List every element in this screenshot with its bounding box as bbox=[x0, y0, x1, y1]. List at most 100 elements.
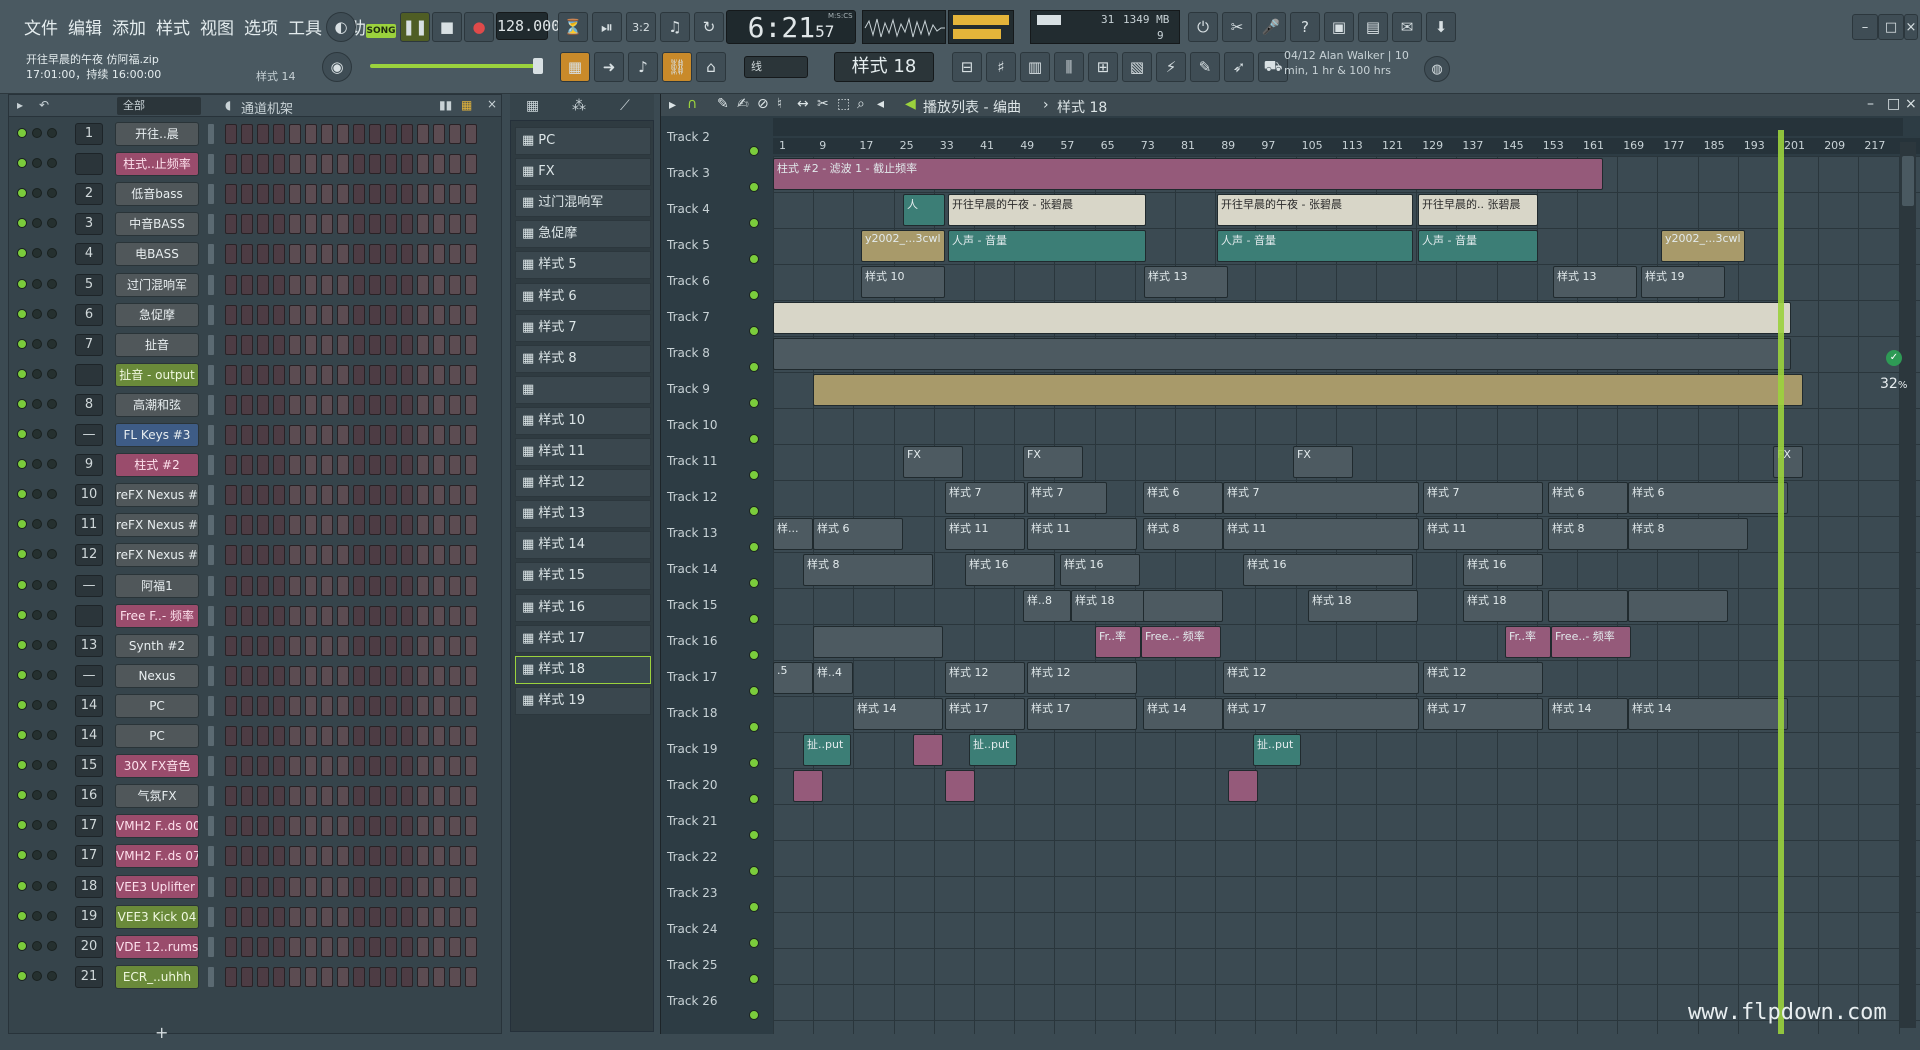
mute-led-icon[interactable] bbox=[17, 188, 27, 199]
step-button[interactable] bbox=[417, 124, 429, 144]
mute-tool-icon[interactable]: ♮ bbox=[777, 96, 782, 112]
step-button[interactable] bbox=[273, 334, 285, 355]
playlist-overview-bar[interactable] bbox=[773, 118, 1903, 136]
track-header[interactable]: Track 18 bbox=[667, 704, 763, 740]
playlist-clip[interactable]: 样式 8 bbox=[803, 554, 933, 586]
step-button[interactable] bbox=[241, 635, 253, 656]
step-button[interactable] bbox=[433, 334, 445, 355]
slip-tool-icon[interactable]: ↔ bbox=[797, 96, 809, 112]
step-button[interactable] bbox=[433, 966, 445, 987]
channel-row[interactable]: 4 电BASS bbox=[9, 239, 503, 269]
channel-name-button[interactable]: reFX Nexus #6 bbox=[115, 513, 199, 538]
mixer-track-number[interactable]: 15 bbox=[75, 755, 103, 778]
step-button[interactable] bbox=[449, 334, 461, 355]
step-button[interactable] bbox=[433, 485, 445, 506]
blend-notes-icon[interactable]: ♫ bbox=[660, 12, 690, 42]
playlist-clip[interactable] bbox=[1628, 590, 1728, 622]
step-button[interactable] bbox=[257, 425, 269, 445]
step-button[interactable] bbox=[465, 635, 477, 656]
step-button[interactable] bbox=[321, 425, 333, 445]
step-button[interactable] bbox=[257, 124, 269, 144]
step-button[interactable] bbox=[385, 334, 397, 355]
channel-name-button[interactable]: 中音BASS bbox=[115, 212, 199, 237]
step-button[interactable] bbox=[417, 695, 429, 716]
step-button[interactable] bbox=[321, 304, 333, 325]
playlist-clip[interactable] bbox=[773, 302, 1791, 334]
step-button[interactable] bbox=[225, 726, 237, 746]
step-button[interactable] bbox=[465, 786, 477, 807]
mixer-track-number[interactable]: — bbox=[75, 574, 103, 597]
channel-row[interactable]: — 阿福1 bbox=[9, 571, 503, 601]
channel-name-button[interactable]: Nexus bbox=[115, 663, 199, 688]
step-button[interactable] bbox=[465, 575, 477, 596]
step-button[interactable] bbox=[417, 665, 429, 686]
step-button[interactable] bbox=[417, 936, 429, 957]
pan-knob-icon[interactable] bbox=[32, 429, 42, 439]
master-volume-handle[interactable] bbox=[533, 58, 543, 74]
step-button[interactable] bbox=[241, 455, 253, 476]
pan-knob-icon[interactable] bbox=[32, 519, 42, 530]
step-button[interactable] bbox=[305, 966, 317, 987]
picker-patterns-icon[interactable]: ▦ bbox=[526, 98, 539, 114]
playlist-clip[interactable] bbox=[913, 734, 943, 766]
step-button[interactable] bbox=[353, 545, 365, 566]
playlist-clip[interactable]: 样式 16 bbox=[1463, 554, 1543, 586]
step-button[interactable] bbox=[305, 304, 317, 325]
step-button[interactable] bbox=[465, 455, 477, 476]
channel-select-bar[interactable] bbox=[208, 695, 214, 716]
menu-item[interactable]: 视图 bbox=[198, 14, 236, 39]
playlist-clip[interactable]: FX bbox=[903, 446, 963, 478]
step-button[interactable] bbox=[417, 274, 429, 295]
step-button[interactable] bbox=[337, 786, 349, 807]
step-button[interactable] bbox=[289, 364, 301, 385]
menu-item[interactable]: 工具 bbox=[286, 14, 324, 39]
step-button[interactable] bbox=[369, 665, 381, 686]
step-button[interactable] bbox=[241, 274, 253, 295]
mixer-track-number[interactable]: 6 bbox=[75, 303, 103, 326]
step-button[interactable] bbox=[321, 966, 333, 987]
step-button[interactable] bbox=[225, 936, 237, 957]
mute-led-icon[interactable] bbox=[17, 218, 27, 229]
pan-knob-icon[interactable] bbox=[32, 730, 42, 740]
step-button[interactable] bbox=[401, 334, 413, 355]
step-button[interactable] bbox=[273, 966, 285, 987]
mute-led-icon[interactable] bbox=[17, 639, 27, 650]
master-volume-slider[interactable] bbox=[370, 64, 538, 68]
news-panel[interactable]: 04/12 Alan Walker | 10 min, 1 hr & 100 h… bbox=[1284, 48, 1444, 84]
step-button[interactable] bbox=[225, 274, 237, 295]
picker-audio-icon[interactable]: ⁂ bbox=[572, 98, 586, 114]
step-button[interactable] bbox=[289, 695, 301, 716]
mute-led-icon[interactable] bbox=[17, 579, 27, 590]
step-button[interactable] bbox=[449, 304, 461, 325]
step-button[interactable] bbox=[257, 605, 269, 626]
step-button[interactable] bbox=[321, 545, 333, 566]
pan-knob-icon[interactable] bbox=[32, 128, 42, 138]
step-button[interactable] bbox=[417, 605, 429, 626]
step-button[interactable] bbox=[305, 485, 317, 506]
add-channel-icon[interactable]: + bbox=[155, 1023, 168, 1042]
playlist-clip[interactable]: 样式 7 bbox=[1223, 482, 1419, 514]
mixer-track-number[interactable]: 10 bbox=[75, 484, 103, 507]
step-button[interactable] bbox=[465, 425, 477, 445]
track-header[interactable]: Track 10 bbox=[667, 416, 763, 452]
step-button[interactable] bbox=[337, 846, 349, 867]
metronome-icon[interactable]: ⏳ bbox=[558, 12, 588, 42]
step-button[interactable] bbox=[449, 575, 461, 596]
step-button[interactable] bbox=[241, 756, 253, 777]
step-button[interactable] bbox=[449, 635, 461, 656]
close-icon[interactable]: × bbox=[1904, 14, 1918, 40]
step-button[interactable] bbox=[225, 605, 237, 626]
step-button[interactable] bbox=[305, 816, 317, 837]
step-button[interactable] bbox=[465, 816, 477, 837]
picker-item[interactable]: ▦ FX bbox=[515, 158, 651, 187]
menu-item[interactable]: 样式 bbox=[154, 14, 192, 39]
playlist-window-icon[interactable]: ▦ bbox=[560, 52, 590, 82]
step-button[interactable] bbox=[385, 455, 397, 476]
step-button[interactable] bbox=[353, 726, 365, 746]
playlist-clip[interactable]: 样式 8 bbox=[1628, 518, 1748, 550]
step-button[interactable] bbox=[273, 756, 285, 777]
channel-group-selector[interactable]: 全部 bbox=[117, 97, 201, 115]
picker-item[interactable]: ▦ 样式 5 bbox=[515, 251, 651, 280]
playlist-clip[interactable]: 样式 7 bbox=[945, 482, 1025, 514]
track-header[interactable]: Track 11 bbox=[667, 452, 763, 488]
